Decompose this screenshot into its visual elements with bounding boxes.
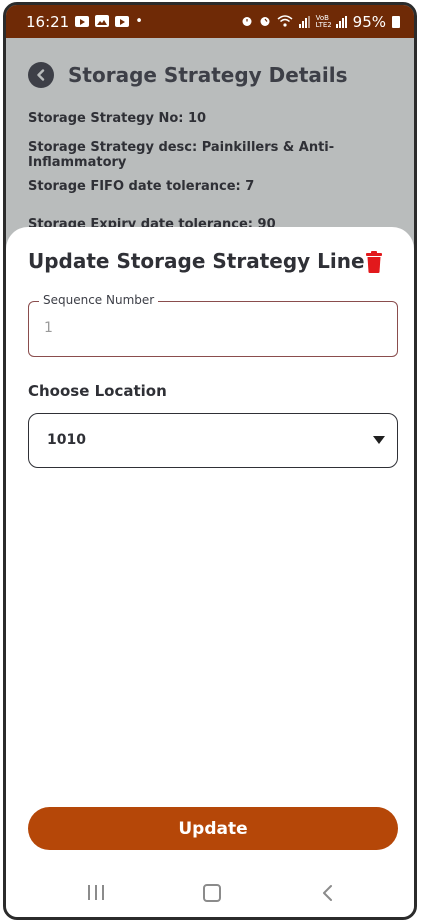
- caret-down-icon: [373, 436, 385, 444]
- page-title: Storage Strategy Details: [68, 63, 348, 87]
- location-select[interactable]: 1010: [28, 413, 398, 468]
- choose-location-label: Choose Location: [28, 382, 167, 400]
- network-label: VoB LTE2: [315, 13, 332, 29]
- wifi-icon: [277, 13, 293, 31]
- status-dot: •: [135, 14, 143, 29]
- youtube-icon: [75, 16, 90, 27]
- sequence-number-field[interactable]: Sequence Number 1: [28, 293, 398, 357]
- recents-icon[interactable]: [88, 885, 104, 900]
- page-header: Storage Strategy Details: [28, 62, 348, 88]
- status-left: 16:21 •: [26, 13, 143, 31]
- sequence-number-label: Sequence Number: [39, 293, 159, 307]
- update-line-sheet: Update Storage Strategy Line Sequence Nu…: [6, 227, 414, 917]
- home-icon[interactable]: [203, 884, 221, 902]
- back-button[interactable]: [28, 62, 54, 88]
- gallery-icon: [95, 13, 110, 31]
- delete-button[interactable]: [364, 251, 384, 273]
- back-nav-icon[interactable]: [318, 883, 338, 903]
- sheet-title: Update Storage Strategy Line: [28, 249, 365, 273]
- status-right: VoB LTE2 95%: [241, 13, 400, 31]
- navigation-bar: [6, 865, 414, 917]
- sequence-number-value[interactable]: 1: [44, 320, 53, 336]
- update-button[interactable]: Update: [28, 807, 398, 850]
- battery-icon: [392, 15, 400, 28]
- phone-frame: 16:21 • VoB LTE2 95% Storage Strategy De…: [3, 2, 417, 920]
- fifo-tolerance-text: Storage FIFO date tolerance: 7: [28, 179, 255, 194]
- battery-percent: 95%: [352, 12, 386, 31]
- status-bar: 16:21 • VoB LTE2 95%: [6, 5, 414, 38]
- signal-icon: [298, 15, 310, 28]
- strategy-desc-text: Storage Strategy desc: Painkillers & Ant…: [28, 140, 335, 170]
- strategy-no-text: Storage Strategy No: 10: [28, 111, 207, 126]
- status-time: 16:21: [26, 12, 70, 31]
- location-select-value: 1010: [47, 432, 86, 448]
- youtube-icon: [115, 16, 130, 27]
- alarm-icon: [241, 13, 253, 31]
- alarm-icon: [259, 13, 271, 31]
- trash-icon: [366, 251, 382, 273]
- signal-icon: [335, 15, 347, 28]
- chevron-left-icon: [37, 69, 45, 81]
